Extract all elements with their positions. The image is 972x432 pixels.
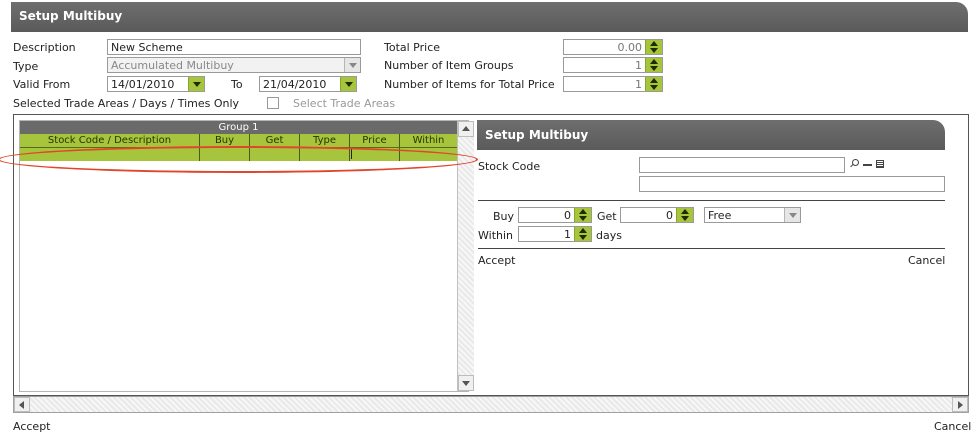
chevron-down-icon[interactable] — [784, 208, 800, 222]
minus-icon[interactable] — [863, 164, 872, 166]
type-select[interactable]: Accumulated Multibuy — [107, 57, 361, 73]
spinner-icon[interactable] — [645, 77, 662, 91]
get-value: 0 — [666, 209, 673, 222]
sub-panel-title: Setup Multibuy — [477, 120, 945, 150]
accept-button[interactable]: Accept — [13, 420, 51, 432]
window-title: Setup Multibuy — [11, 2, 968, 32]
within-input[interactable]: 1 — [518, 226, 592, 242]
stock-code-input[interactable] — [639, 157, 845, 173]
multibuy-type-value: Free — [708, 209, 732, 222]
selected-areas-label: Selected Trade Areas / Days / Times Only — [13, 97, 240, 110]
type-label: Type — [13, 60, 39, 73]
table-row[interactable] — [20, 147, 457, 161]
scroll-left-icon[interactable] — [14, 397, 30, 412]
valid-from-value: 14/01/2010 — [111, 78, 175, 91]
col-type[interactable]: Type — [300, 134, 350, 147]
spinner-icon[interactable] — [574, 208, 591, 222]
cell-price[interactable] — [350, 147, 400, 161]
chevron-down-icon[interactable] — [188, 77, 204, 91]
stock-code-label: Stock Code — [478, 160, 541, 173]
horizontal-scrollbar[interactable] — [13, 396, 969, 413]
scroll-up-icon[interactable] — [458, 121, 474, 137]
get-label: Get — [597, 210, 617, 223]
multibuy-type-select[interactable]: Free — [704, 207, 801, 223]
sub-accept-button[interactable]: Accept — [478, 254, 516, 267]
vertical-scrollbar[interactable] — [457, 121, 474, 391]
scroll-down-icon[interactable] — [458, 375, 474, 391]
to-label: To — [231, 78, 243, 91]
valid-from-date[interactable]: 14/01/2010 — [107, 76, 205, 92]
cancel-button[interactable]: Cancel — [934, 420, 971, 432]
get-input[interactable]: 0 — [620, 207, 694, 223]
scroll-right-icon[interactable] — [952, 397, 968, 412]
cell-get[interactable] — [250, 147, 300, 161]
description-label: Description — [13, 41, 76, 54]
within-label: Within — [478, 229, 514, 242]
spinner-icon[interactable] — [676, 208, 693, 222]
within-value: 1 — [564, 228, 571, 241]
num-items-total-label: Number of Items for Total Price — [384, 78, 555, 91]
num-item-groups-input[interactable]: 1 — [563, 57, 663, 73]
cell-stock-code[interactable] — [20, 147, 200, 161]
type-select-value: Accumulated Multibuy — [111, 59, 234, 72]
stock-description-input[interactable] — [639, 176, 945, 192]
num-item-groups-label: Number of Item Groups — [384, 59, 514, 72]
buy-input[interactable]: 0 — [518, 207, 592, 223]
divider — [478, 248, 945, 249]
col-within[interactable]: Within — [400, 134, 457, 147]
chevron-down-icon[interactable] — [344, 58, 360, 72]
col-stock-code[interactable]: Stock Code / Description — [20, 134, 200, 147]
cell-buy[interactable] — [200, 147, 250, 161]
column-headers: Stock Code / Description Buy Get Type Pr… — [20, 134, 457, 147]
group-header: Group 1 — [20, 121, 457, 134]
valid-from-label: Valid From — [13, 78, 71, 91]
total-price-input[interactable]: 0.00 — [563, 39, 663, 55]
spinner-icon[interactable] — [645, 40, 662, 54]
total-price-value: 0.00 — [617, 41, 643, 54]
cell-type[interactable] — [300, 147, 350, 161]
list-icon[interactable] — [876, 160, 884, 168]
num-item-groups-value: 1 — [635, 59, 642, 72]
col-get[interactable]: Get — [250, 134, 300, 147]
spinner-icon[interactable] — [645, 58, 662, 72]
select-trade-areas-link[interactable]: Select Trade Areas — [293, 97, 395, 110]
item-grid: Group 1 Stock Code / Description Buy Get… — [19, 120, 474, 392]
description-input[interactable]: New Scheme — [107, 39, 361, 55]
valid-to-value: 21/04/2010 — [263, 78, 327, 91]
col-price[interactable]: Price — [350, 134, 400, 147]
main-panel: Group 1 Stock Code / Description Buy Get… — [13, 114, 969, 396]
num-items-total-input[interactable]: 1 — [563, 76, 663, 92]
spinner-icon[interactable] — [574, 227, 591, 241]
divider — [478, 200, 945, 201]
days-label: days — [596, 229, 622, 242]
search-icon[interactable] — [849, 159, 859, 169]
chevron-down-icon[interactable] — [340, 77, 356, 91]
col-buy[interactable]: Buy — [200, 134, 250, 147]
buy-label: Buy — [493, 210, 515, 223]
selected-areas-checkbox[interactable] — [267, 97, 279, 109]
valid-to-date[interactable]: 21/04/2010 — [259, 76, 357, 92]
total-price-label: Total Price — [384, 41, 441, 54]
sub-cancel-button[interactable]: Cancel — [908, 254, 945, 267]
num-items-total-value: 1 — [635, 78, 642, 91]
cell-within[interactable] — [400, 147, 457, 161]
buy-value: 0 — [564, 209, 571, 222]
